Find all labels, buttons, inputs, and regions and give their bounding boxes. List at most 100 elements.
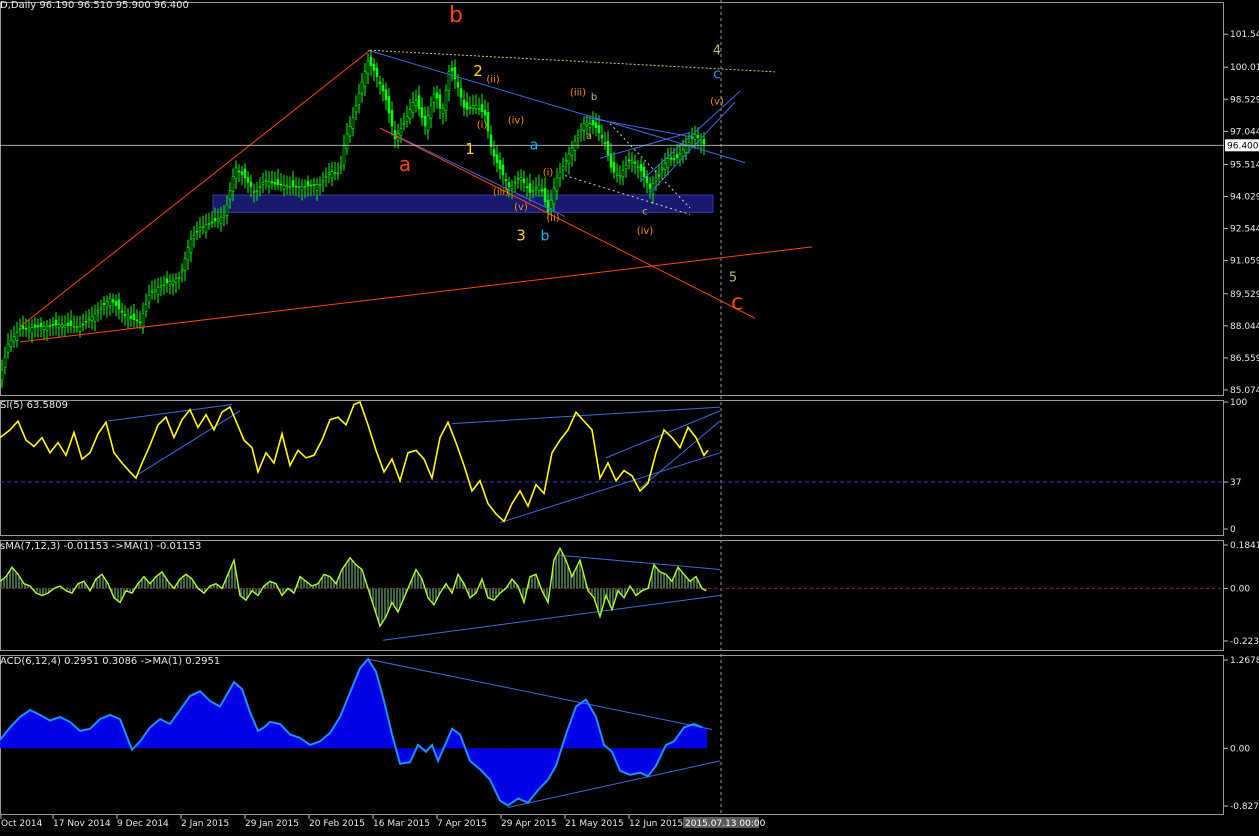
- candle-body: [363, 71, 367, 87]
- candle-body: [576, 134, 580, 139]
- candle-body: [687, 141, 691, 146]
- y-tick-label: 101.544: [1230, 30, 1259, 40]
- candle-body: [180, 269, 184, 273]
- candle-body: [360, 81, 364, 94]
- chart-window[interactable]: 101.544 100.014 98.529 97.044 95.514 94.029 92…: [0, 0, 1259, 832]
- candle-body: [120, 310, 124, 313]
- candle-body: [312, 184, 316, 186]
- y-tick-label: 98.529: [1230, 95, 1259, 105]
- candle-body: [237, 170, 241, 173]
- x-tick-label: 20 Feb 2015: [309, 819, 365, 829]
- candle-body: [27, 327, 31, 331]
- candle-body: [336, 172, 340, 175]
- candle-body: [612, 162, 616, 173]
- candle-body: [159, 285, 163, 288]
- candle-body: [303, 186, 307, 188]
- candle-body: [333, 172, 337, 174]
- candle-body: [516, 177, 520, 180]
- y-tick-label: 85.074: [1230, 386, 1259, 396]
- candle-body: [126, 316, 130, 321]
- candle-body: [321, 180, 325, 183]
- y-tick-label: 92.544: [1230, 225, 1259, 235]
- candle-body: [372, 63, 376, 71]
- chart-svg[interactable]: 101.544 100.014 98.529 97.044 95.514 94.029 92…: [0, 0, 1259, 832]
- candle-body: [552, 187, 556, 205]
- candle-body: [639, 164, 643, 172]
- candle-body: [291, 180, 295, 187]
- candle-body: [63, 324, 67, 328]
- candle-body: [429, 104, 433, 119]
- candle-body: [87, 318, 91, 321]
- candle-body: [408, 109, 412, 119]
- x-tick-label: 7 Apr 2015: [437, 819, 487, 829]
- candle-body: [387, 96, 391, 114]
- candle-body: [285, 185, 289, 188]
- trend-line: [584, 116, 691, 138]
- wave-label: (ii): [486, 75, 499, 86]
- candle-body: [588, 123, 592, 128]
- candle-body: [0, 369, 4, 381]
- candle-body: [627, 159, 631, 162]
- candle-body: [177, 277, 181, 279]
- candle-body: [561, 166, 565, 171]
- candle-body: [36, 325, 40, 328]
- candle-body: [306, 181, 310, 187]
- candle-body: [252, 191, 256, 193]
- candle-body: [573, 140, 577, 151]
- main-pane-title: D,Daily 96.190 96.510 95.900 96.400: [0, 0, 189, 11]
- candle-body: [153, 289, 157, 293]
- candle-body: [540, 189, 544, 192]
- candle-body: [642, 166, 646, 178]
- rsi-trend-line: [451, 406, 721, 425]
- y-tick-label: 37: [1230, 478, 1241, 488]
- candle-body: [39, 323, 43, 327]
- candle-body: [513, 181, 517, 184]
- candle-body: [453, 67, 457, 80]
- candle-body: [24, 327, 28, 330]
- candle-body: [129, 315, 133, 319]
- candle-body: [240, 171, 244, 175]
- candle-body: [258, 186, 262, 188]
- candle-body: [654, 177, 658, 182]
- candle-body: [18, 328, 22, 331]
- wave-label: (i): [543, 168, 554, 179]
- candle-body: [9, 339, 13, 347]
- candle-body: [384, 89, 388, 101]
- candle-body: [75, 326, 79, 328]
- candle-body: [207, 223, 211, 225]
- candle-body: [549, 199, 553, 209]
- candle-body: [81, 323, 85, 326]
- wave-label: 5: [729, 270, 737, 285]
- candle-body: [342, 145, 346, 166]
- candle-body: [441, 108, 445, 114]
- wave-label: (i): [477, 120, 488, 131]
- y-tick-label: 0.18413: [1230, 541, 1259, 551]
- candle-body: [480, 104, 484, 113]
- candle-body: [309, 184, 313, 187]
- rsi-pane-title: SI(5) 63.5809: [0, 400, 68, 411]
- candle-body: [231, 176, 235, 192]
- candle-body: [498, 160, 502, 170]
- wave-label: 2: [473, 62, 483, 80]
- wave-label: c: [642, 206, 648, 217]
- candle-body: [438, 94, 442, 109]
- candle-body: [183, 258, 187, 271]
- candle-body: [165, 278, 169, 284]
- candle-body: [501, 164, 505, 176]
- candle-body: [114, 300, 118, 306]
- candle-body: [606, 141, 610, 156]
- candle-body: [99, 307, 103, 310]
- candle-body: [33, 324, 37, 328]
- candle-body: [318, 183, 322, 186]
- y-tick-label: 0.00: [1230, 744, 1250, 754]
- candle-body: [381, 84, 385, 92]
- candle-body: [21, 325, 25, 329]
- candle-body: [462, 99, 466, 108]
- trend-line: [367, 49, 746, 164]
- candle-body: [222, 214, 226, 218]
- candle-body: [636, 166, 640, 169]
- candle-body: [147, 294, 151, 303]
- candle-body: [390, 109, 394, 127]
- wave-label: (iv): [637, 226, 654, 237]
- cursor-date-label: 2015.07.13 00:00: [685, 819, 766, 829]
